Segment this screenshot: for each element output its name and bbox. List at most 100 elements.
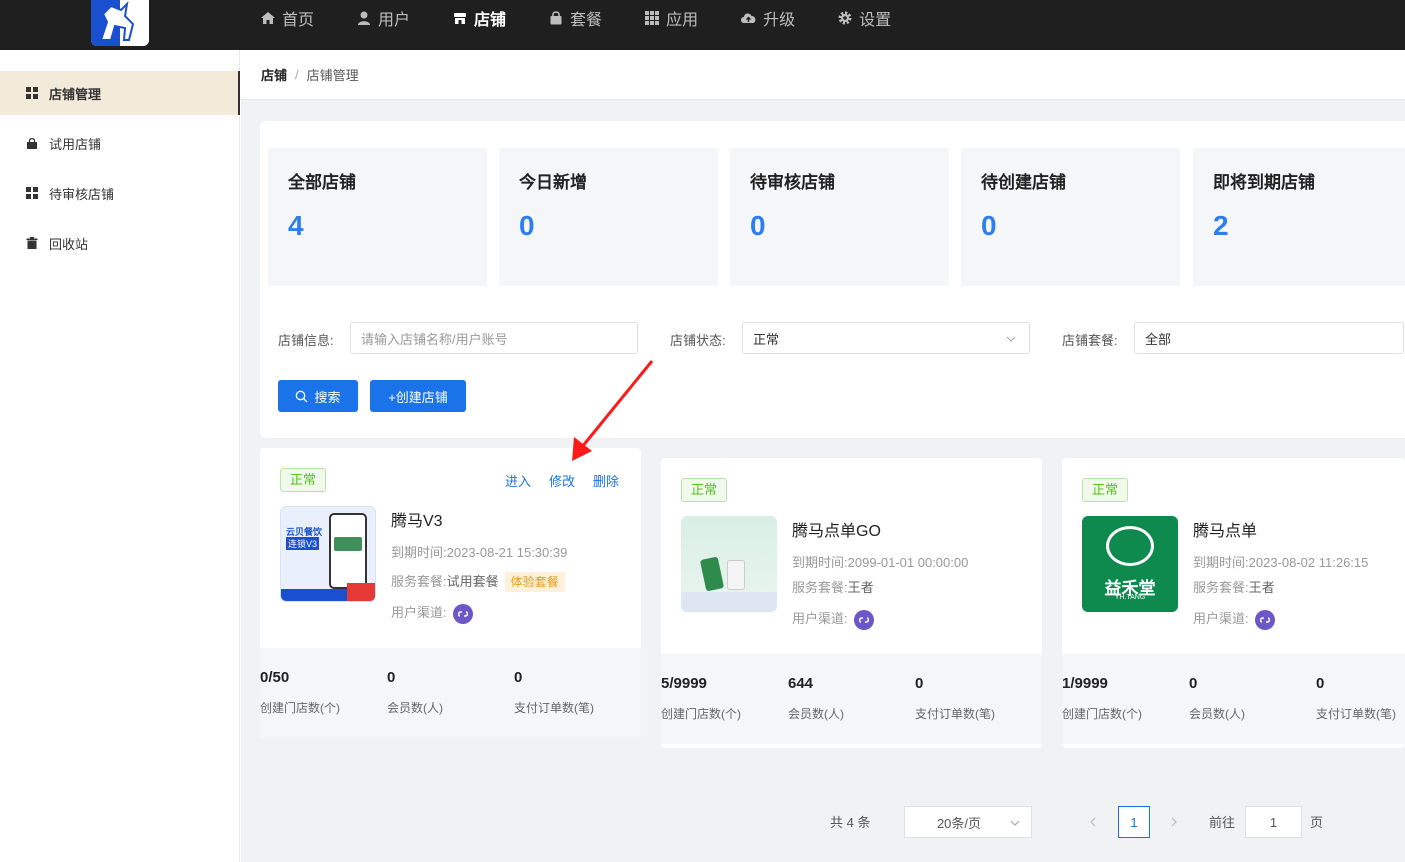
sidebar-item-pending-review[interactable]: 待审核店铺 (0, 171, 240, 215)
sidebar-item-store-management[interactable]: 店铺管理 (0, 71, 240, 115)
user-channel: 用户渠道: (792, 608, 874, 630)
store-status-select[interactable]: 正常 (742, 322, 1030, 354)
nav-home[interactable]: 首页 (260, 6, 314, 30)
enter-link[interactable]: 进入 (505, 471, 531, 490)
nav-store[interactable]: 店铺 (452, 6, 506, 30)
stat-card-new-today[interactable]: 今日新增 0 (499, 148, 718, 286)
nav-package-label: 套餐 (570, 12, 603, 29)
package-label: 服务套餐: (792, 580, 848, 595)
goto-page-input[interactable]: 1 (1245, 806, 1302, 838)
card-stats: 1/9999 创建门店数(个) 0 会员数(人) 0 支付订单数(笔) (1062, 654, 1405, 744)
mini-program-icon[interactable] (1254, 609, 1275, 630)
member-count-label: 会员数(人) (1189, 707, 1245, 721)
goto-suffix: 页 (1310, 815, 1324, 830)
store-card: 正常 益禾堂 YH.TANG 腾马点单 到期时间:2023-08-02 11:2… (1062, 458, 1405, 748)
stat-value: 2 (1213, 210, 1229, 241)
edit-link[interactable]: 修改 (549, 471, 575, 490)
expire-label: 到期时间: (792, 555, 848, 570)
store-name: 腾马点单GO (792, 523, 881, 540)
page-button-current[interactable]: 1 (1118, 806, 1150, 838)
stat-label: 待审核店铺 (750, 173, 835, 192)
sidebar-item-recycle-bin[interactable]: 回收站 (0, 221, 240, 265)
delete-link[interactable]: 删除 (593, 471, 619, 490)
main-content: 店铺 / 店铺管理 全部店铺 4 今日新增 0 待审核店铺 0 待创建店铺 0 … (241, 50, 1405, 862)
store-info-input[interactable]: 请输入店铺名称/用户账号 (350, 322, 638, 354)
expire-value: 2099-01-01 00:00:00 (847, 555, 969, 570)
stat-card-pending-creation[interactable]: 待创建店铺 0 (961, 148, 1180, 286)
trash-icon (26, 237, 38, 249)
overview-panel: 全部店铺 4 今日新增 0 待审核店铺 0 待创建店铺 0 即将到期店铺 2 店… (260, 121, 1405, 438)
expire-label: 到期时间: (1193, 555, 1249, 570)
gear-icon (838, 11, 852, 25)
cloud-upload-icon (741, 13, 756, 23)
status-badge: 正常 (280, 468, 327, 492)
sidebar-item-label: 待审核店铺 (49, 186, 115, 202)
search-button[interactable]: 搜索 (278, 380, 358, 412)
store-status-value: 正常 (753, 331, 780, 347)
store-count-label: 创建门店数(个) (260, 701, 340, 715)
nav-home-label: 首页 (282, 12, 315, 29)
channel-label: 用户渠道: (1193, 611, 1249, 626)
nav-settings[interactable]: 设置 (837, 6, 891, 30)
member-count-label: 会员数(人) (387, 701, 443, 715)
breadcrumb-separator: / (295, 67, 299, 82)
card-stats: 0/50 创建门店数(个) 0 会员数(人) 0 支付订单数(笔) (260, 648, 641, 738)
card-stats: 5/9999 创建门店数(个) 644 会员数(人) 0 支付订单数(笔) (661, 654, 1042, 744)
stat-label: 待创建店铺 (981, 173, 1066, 192)
nav-user[interactable]: 用户 (356, 6, 410, 30)
store-package-select[interactable]: 全部 (1134, 322, 1404, 354)
expire-time: 到期时间:2099-01-01 00:00:00 (792, 552, 968, 571)
store-icon (454, 13, 467, 24)
thumbnail-subtitle: 连锁V3 (286, 537, 320, 550)
package-value: 王者 (847, 580, 874, 595)
member-count-value: 644 (788, 675, 814, 692)
nav-package[interactable]: 套餐 (548, 6, 602, 30)
chevron-left-icon (1090, 817, 1096, 827)
expire-value: 2023-08-21 15:30:39 (446, 545, 568, 560)
stat-card-expiring-soon[interactable]: 即将到期店铺 2 (1193, 148, 1405, 286)
nav-apps-label: 应用 (666, 12, 699, 29)
create-store-button[interactable]: +创建店铺 (370, 380, 466, 412)
grid-icon (26, 87, 38, 99)
next-page-button[interactable] (1164, 806, 1184, 838)
stat-label: 即将到期店铺 (1213, 173, 1315, 192)
mini-program-icon[interactable] (853, 609, 874, 630)
status-badge: 正常 (681, 478, 728, 502)
user-channel: 用户渠道: (391, 602, 473, 624)
service-package: 服务套餐:王者 (792, 577, 874, 596)
nav-apps[interactable]: 应用 (644, 6, 698, 30)
mini-program-icon[interactable] (452, 603, 473, 624)
package-value: 王者 (1248, 580, 1275, 595)
store-count-value: 5/9999 (661, 675, 707, 692)
chevron-right-icon (1171, 817, 1177, 827)
stat-card-pending-review[interactable]: 待审核店铺 0 (730, 148, 949, 286)
nav-upgrade[interactable]: 升级 (740, 6, 795, 30)
lock-bag-icon (27, 137, 37, 149)
stat-card-all-stores[interactable]: 全部店铺 4 (268, 148, 487, 286)
store-thumbnail: 益禾堂 YH.TANG (1082, 516, 1178, 612)
order-count-value: 0 (514, 669, 523, 686)
service-package: 服务套餐:王者 (1193, 577, 1275, 596)
store-card: 正常 腾马点单GO 到期时间:2099-01-01 00:00:00 服务套餐:… (661, 458, 1042, 748)
stat-value: 0 (519, 210, 535, 241)
sidebar-item-trial-store[interactable]: 试用店铺 (0, 121, 240, 165)
expire-value: 2023-08-02 11:26:15 (1248, 555, 1369, 570)
expire-time: 到期时间:2023-08-21 15:30:39 (391, 542, 567, 561)
user-channel: 用户渠道: (1193, 608, 1275, 630)
sidebar-item-label: 店铺管理 (49, 86, 102, 102)
expire-label: 到期时间: (391, 545, 447, 560)
trial-package-tag: 体验套餐 (504, 572, 565, 592)
logo[interactable] (91, 0, 149, 46)
sidebar-item-label: 回收站 (49, 236, 89, 252)
card-actions: 进入 修改 删除 (487, 471, 619, 490)
nav-upgrade-label: 升级 (763, 12, 796, 29)
prev-page-button[interactable] (1083, 806, 1103, 838)
store-name: 腾马点单 (1193, 523, 1258, 540)
channel-label: 用户渠道: (792, 611, 848, 626)
order-count-label: 支付订单数(笔) (514, 701, 594, 715)
order-count-value: 0 (915, 675, 924, 692)
page-size-select[interactable]: 20条/页 (904, 806, 1032, 838)
breadcrumb-root[interactable]: 店铺 (261, 65, 287, 84)
store-count-label: 创建门店数(个) (1062, 707, 1142, 721)
chevron-down-icon (1010, 820, 1020, 826)
